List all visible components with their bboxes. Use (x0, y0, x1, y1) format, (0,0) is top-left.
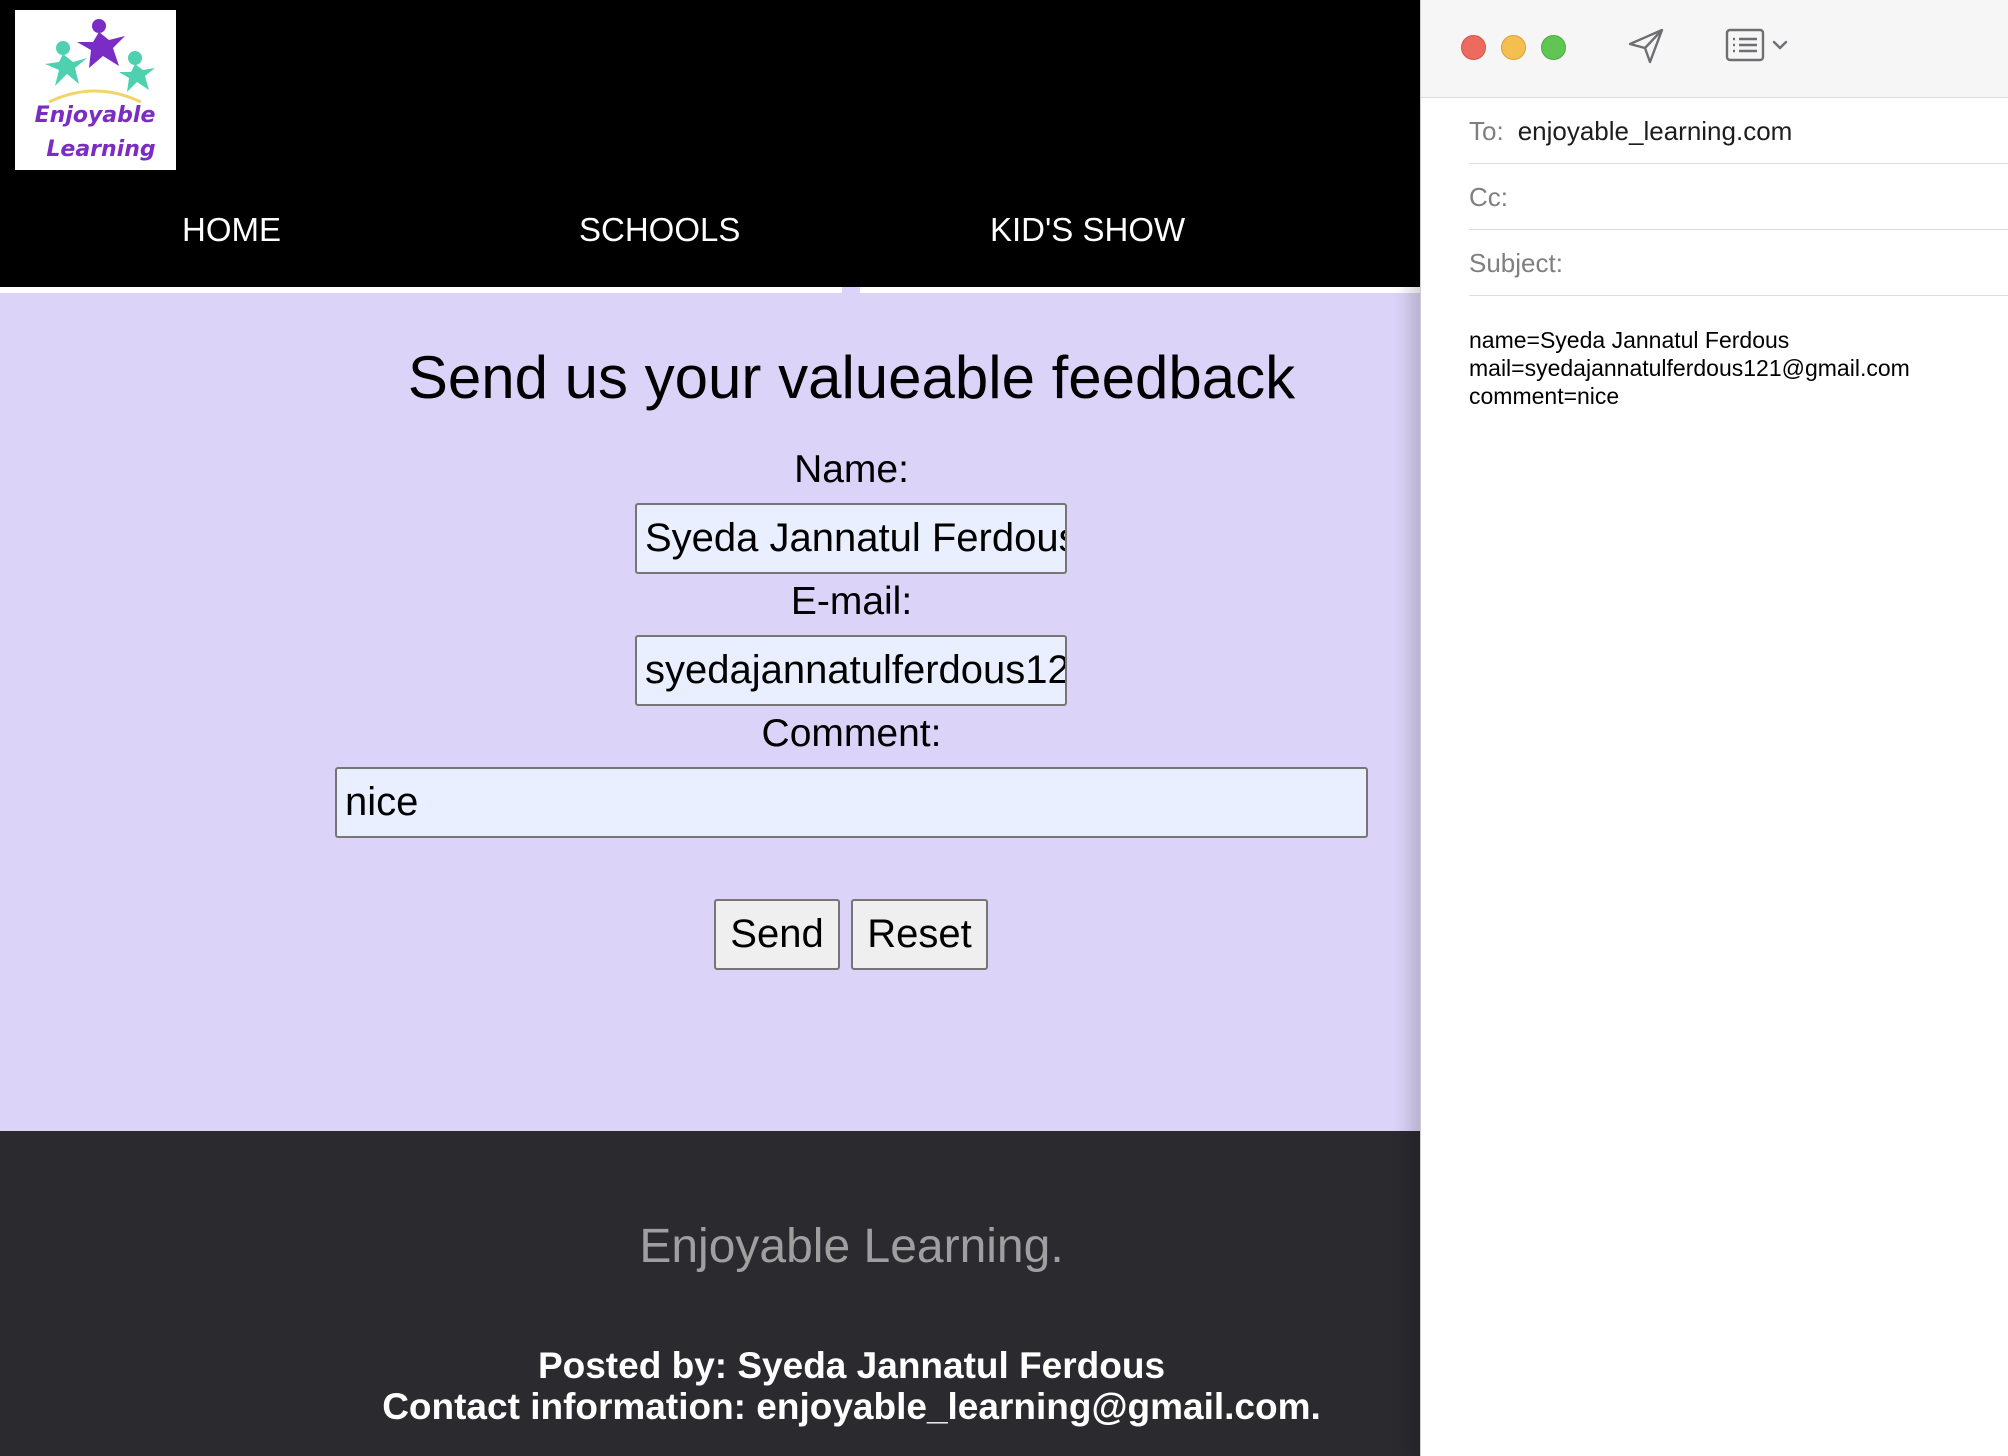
nav-schools[interactable]: SCHOOLS (579, 206, 740, 254)
header-fields-icon[interactable] (1725, 28, 1765, 62)
cc-field[interactable]: Cc: (1469, 164, 2008, 230)
nav-kids-show[interactable]: KID'S SHOW (990, 206, 1185, 254)
comment-input[interactable]: nice (335, 767, 1368, 838)
site-header: Enjoyable Learning HOME SCHOOLS KID'S SH… (0, 0, 1420, 287)
feedback-heading: Send us your valueable feedback (407, 344, 1296, 411)
site-footer: Enjoyable Learning. Posted by: Syeda Jan… (0, 1131, 1420, 1456)
subject-field[interactable]: Subject: (1469, 230, 2008, 296)
cc-label: Cc: (1469, 182, 1508, 212)
footer-contact: Contact information: enjoyable_learning@… (382, 1386, 1321, 1427)
minimize-window-button[interactable] (1501, 35, 1526, 60)
message-body[interactable]: name=Syeda Jannatul Ferdous mail=syedaja… (1469, 326, 1989, 410)
footer-brand: Enjoyable Learning. (639, 1220, 1064, 1273)
close-window-button[interactable] (1461, 35, 1486, 60)
subject-label: Subject: (1469, 248, 1563, 278)
nav-home[interactable]: HOME (182, 206, 281, 254)
send-paper-plane-icon[interactable] (1626, 26, 1666, 66)
logo-line2: Learning (46, 137, 155, 162)
logo-stars-icon: Enjoyable Learning (35, 19, 156, 162)
to-recipient[interactable]: enjoyable_learning.com (1518, 116, 1793, 146)
body-line-name: name=Syeda Jannatul Ferdous (1469, 327, 1790, 353)
zoom-window-button[interactable] (1541, 35, 1566, 60)
mail-compose-window: To: enjoyable_learning.com Cc: Subject: n… (1420, 0, 2008, 1456)
send-button[interactable]: Send (714, 899, 840, 970)
email-input[interactable]: syedajannatulferdous121@gmail.com (635, 635, 1067, 706)
name-label: Name: (794, 448, 909, 491)
to-label: To: (1469, 116, 1504, 146)
to-field[interactable]: To: enjoyable_learning.com (1469, 98, 2008, 164)
email-label: E-mail: (790, 580, 913, 623)
logo-line1: Enjoyable (35, 103, 156, 128)
name-input[interactable]: Syeda Jannatul Ferdous (635, 503, 1067, 574)
reset-button[interactable]: Reset (851, 899, 988, 970)
body-line-comment: comment=nice (1469, 383, 1620, 409)
site-logo[interactable]: Enjoyable Learning (15, 10, 176, 170)
body-line-mail: mail=syedajannatulferdous121@gmail.com (1469, 355, 1910, 381)
mail-toolbar (1421, 0, 2008, 98)
chevron-down-icon[interactable] (1771, 36, 1789, 54)
website: Enjoyable Learning HOME SCHOOLS KID'S SH… (0, 0, 1420, 1456)
feedback-section: Send us your valueable feedback Name: Sy… (0, 293, 1420, 1131)
footer-posted-by: Posted by: Syeda Jannatul Ferdous (537, 1345, 1166, 1386)
comment-label: Comment: (761, 712, 942, 755)
